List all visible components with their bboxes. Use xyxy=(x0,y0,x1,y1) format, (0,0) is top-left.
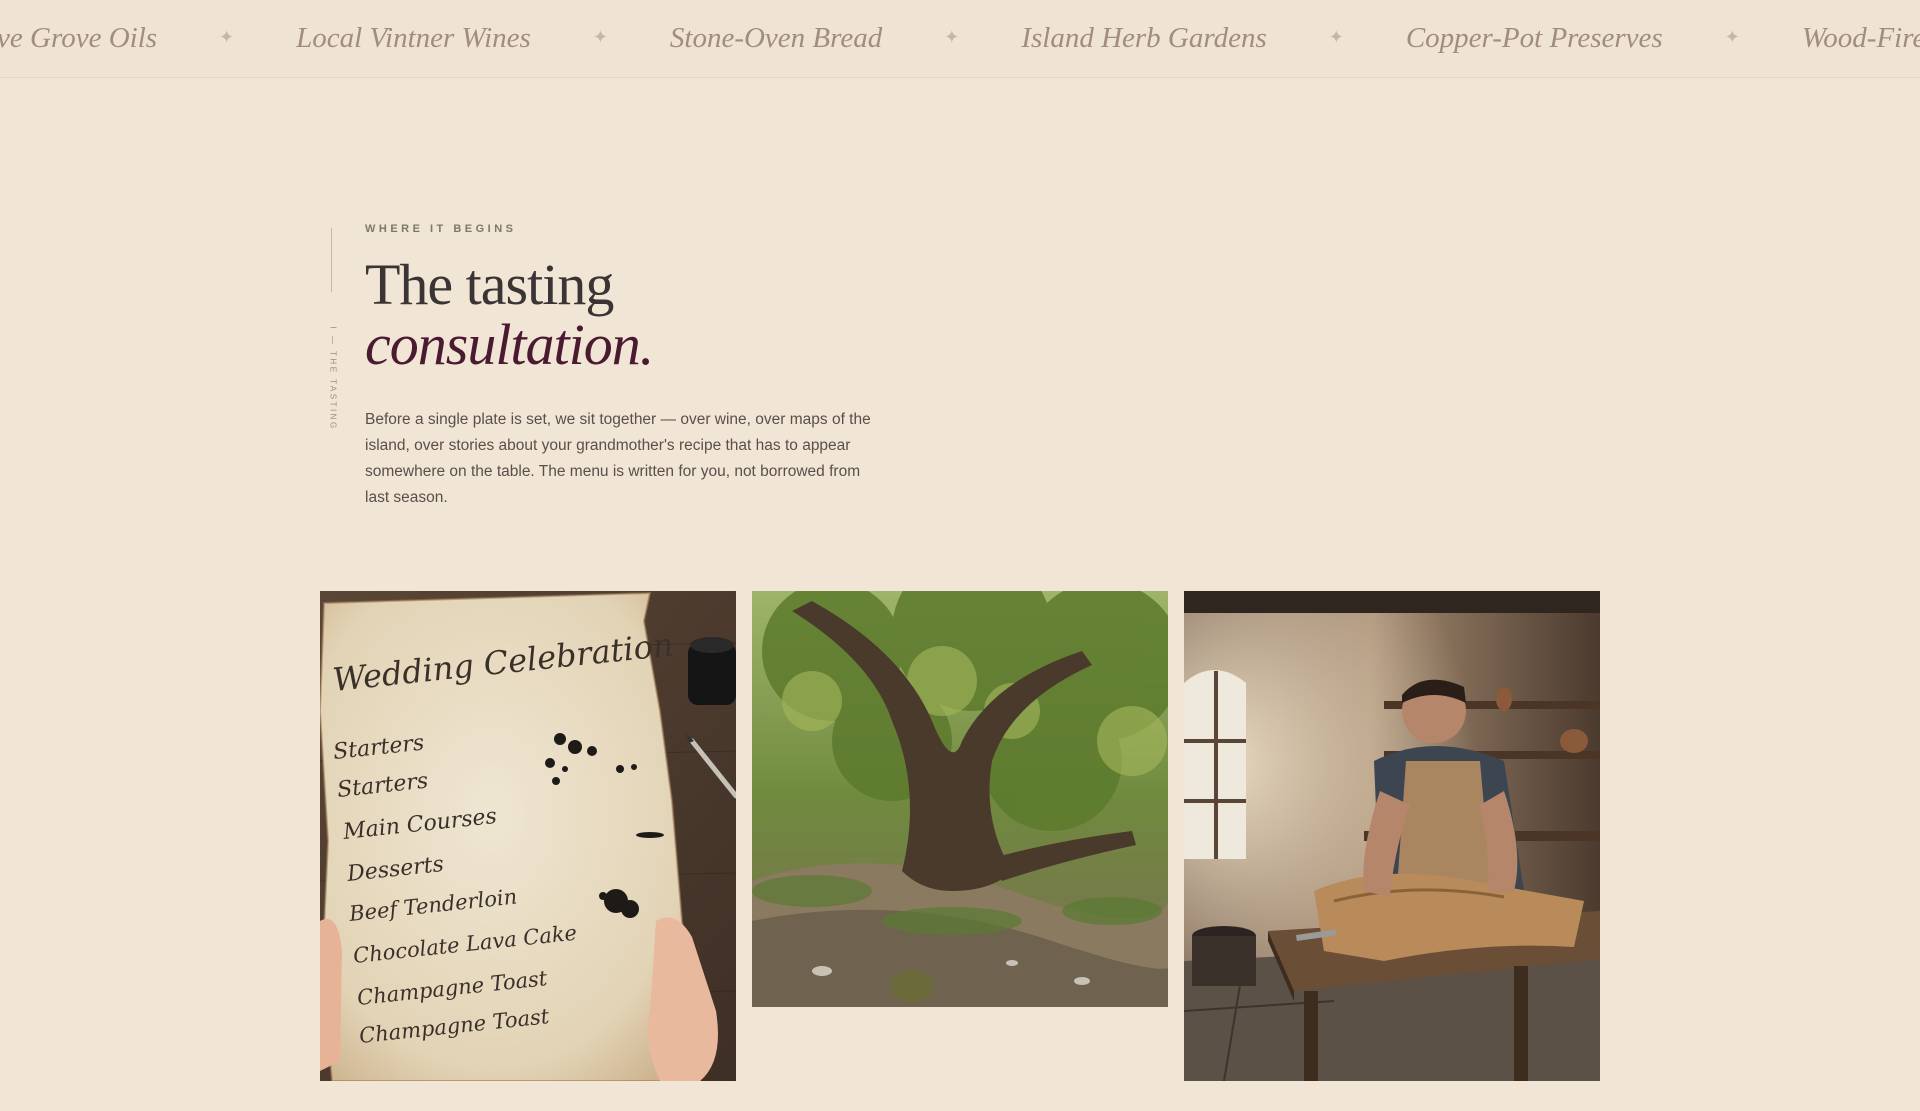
section-headline: The tasting consultation. xyxy=(365,255,885,375)
ticker-item: Island Herb Gardens xyxy=(1021,22,1267,54)
section-text: WHERE IT BEGINS The tasting consultation… xyxy=(365,220,885,527)
section-eyebrow: WHERE IT BEGINS xyxy=(365,223,517,235)
ticker-item: Wood-Fired xyxy=(1801,22,1920,54)
ticker-item: Olive Grove Oils xyxy=(0,22,158,54)
photo-gallery: Wedding Celebration Starters Starters Ma… xyxy=(320,591,1600,1111)
headline-line-2: consultation. xyxy=(365,312,654,377)
ticker-track: Olive Grove Oils ✦ Local Vintner Wines ✦… xyxy=(0,0,1920,77)
section-number-label: I — THE TASTING xyxy=(328,326,338,431)
baker-photo xyxy=(1184,591,1600,1081)
section-body: Before a single plate is set, we sit tog… xyxy=(365,411,871,506)
ticker-item: Local Vintner Wines xyxy=(296,22,531,54)
rail-divider xyxy=(331,228,332,292)
section-side-rail: I — THE TASTING xyxy=(326,228,346,438)
ticker-item: Copper-Pot Preserves xyxy=(1405,22,1663,54)
ticker-item: Stone-Oven Bread xyxy=(669,22,883,54)
olive-grove-photo xyxy=(752,591,1168,1007)
headline-line-1: The tasting xyxy=(365,252,614,317)
star-separator-icon: ✦ xyxy=(219,27,235,47)
star-separator-icon: ✦ xyxy=(1328,27,1344,47)
star-separator-icon: ✦ xyxy=(1724,27,1740,47)
star-separator-icon: ✦ xyxy=(592,27,608,47)
star-separator-icon: ✦ xyxy=(944,27,960,47)
menu-card-photo: Wedding Celebration Starters Starters Ma… xyxy=(320,591,736,1081)
partner-ticker: Olive Grove Oils ✦ Local Vintner Wines ✦… xyxy=(0,0,1920,78)
